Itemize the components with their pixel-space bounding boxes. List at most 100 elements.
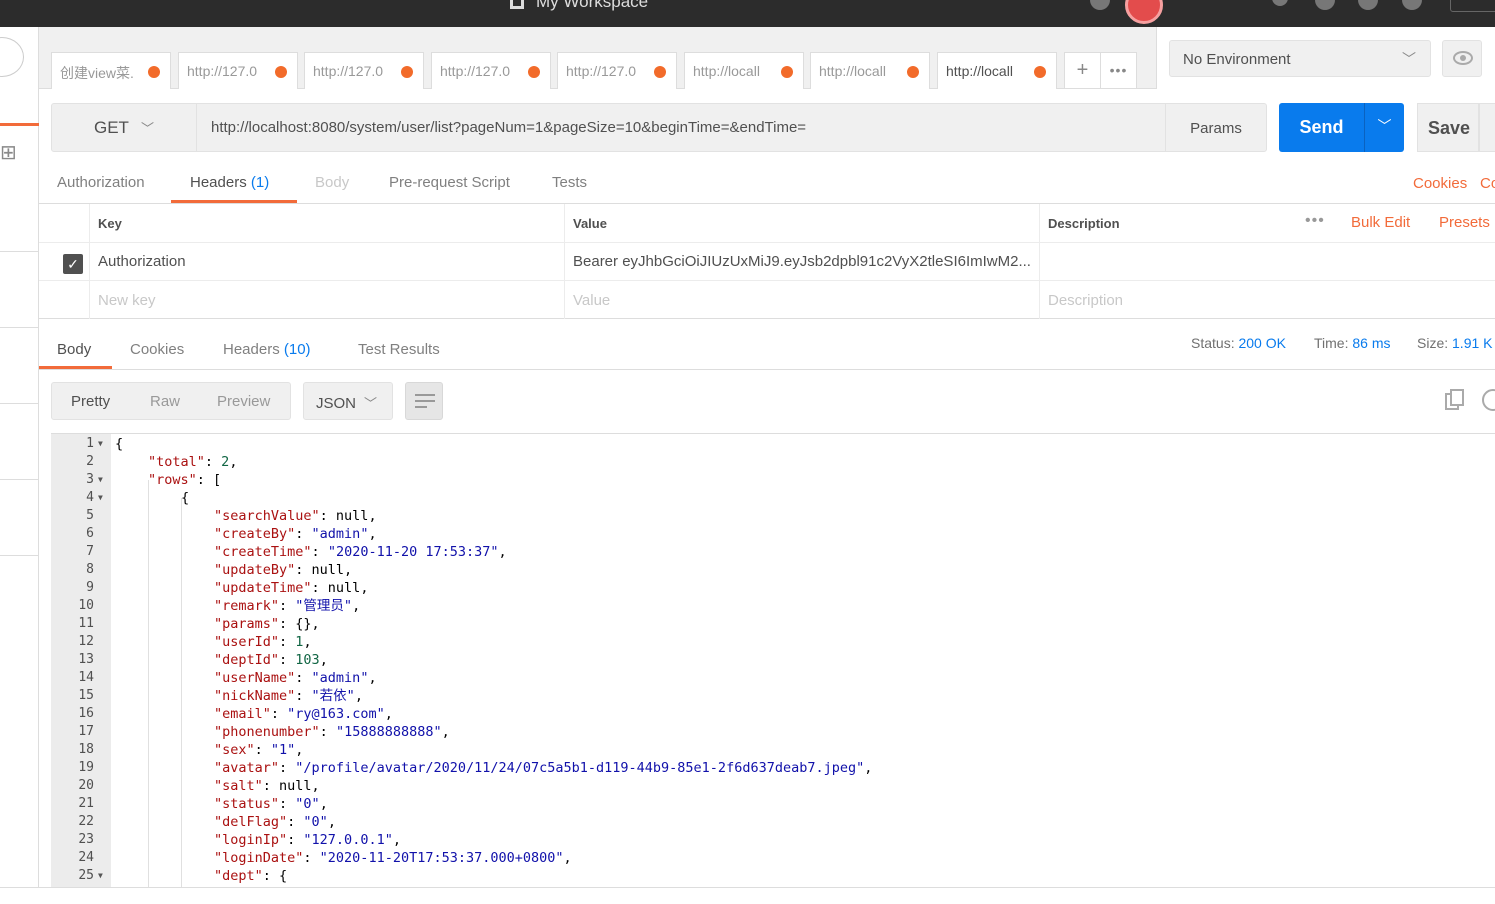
- code-text: "total": 2,: [148, 454, 238, 470]
- line-number: 16: [78, 706, 94, 721]
- code-line: 16 "email": "ry@163.com",: [51, 705, 1495, 723]
- code-text: "createBy": "admin",: [214, 526, 377, 542]
- presets-link[interactable]: Presets: [1439, 214, 1490, 231]
- sidebar-search[interactable]: [0, 37, 24, 77]
- fold-toggle-icon[interactable]: ▼: [98, 471, 103, 489]
- fold-toggle-icon[interactable]: ▼: [98, 867, 103, 885]
- tab-authorization[interactable]: Authorization: [57, 174, 145, 191]
- chevron-down-icon: ﹀: [364, 396, 378, 411]
- raw-button[interactable]: Raw: [150, 393, 180, 410]
- tab-tests[interactable]: Tests: [552, 174, 587, 191]
- code-line: 6 "createBy": "admin",: [51, 525, 1495, 543]
- pretty-button[interactable]: Pretty: [71, 393, 110, 410]
- code-text: "loginDate": "2020-11-20T17:53:37.000+08…: [214, 850, 572, 866]
- line-number: 15: [78, 688, 94, 703]
- request-tab[interactable]: http://127.0: [557, 52, 677, 89]
- line-number: 24: [78, 850, 94, 865]
- new-key-input[interactable]: New key: [89, 281, 565, 319]
- params-button[interactable]: Params: [1165, 103, 1267, 152]
- line-number: 9: [86, 580, 94, 595]
- unsaved-dot-icon: [401, 66, 413, 78]
- search-icon[interactable]: [1482, 389, 1495, 411]
- code-text: "updateBy": null,: [214, 562, 353, 578]
- line-number: 23: [78, 832, 94, 847]
- code-text: {: [115, 436, 124, 452]
- sync-icon[interactable]: [1090, 0, 1110, 10]
- request-tab[interactable]: http://127.0: [178, 52, 298, 89]
- settings-icon[interactable]: [1272, 0, 1288, 6]
- bulk-edit-link[interactable]: Bulk Edit: [1351, 214, 1410, 231]
- line-number: 5: [86, 508, 94, 523]
- code-text: "userId": 1,: [214, 634, 312, 650]
- table-row: ✓ Authorization Bearer eyJhbGciOiJIUzUxM…: [39, 243, 1495, 281]
- code-line: 7 "createTime": "2020-11-20 17:53:37",: [51, 543, 1495, 561]
- workspace-switcher[interactable]: My Workspace: [510, 0, 648, 12]
- line-number: 19: [78, 760, 94, 775]
- code-link[interactable]: Co: [1480, 175, 1495, 192]
- tab-options-button[interactable]: •••: [1100, 52, 1137, 89]
- active-tab-underline: [171, 200, 297, 203]
- copy-icon[interactable]: [1445, 389, 1465, 411]
- response-body-viewer[interactable]: 1 ▼ {2 "total": 2, 3 ▼ "rows": [4 ▼ {5 "searchVal…: [51, 433, 1495, 887]
- new-collection-icon[interactable]: ⊞: [0, 140, 17, 165]
- unsaved-dot-icon: [1034, 66, 1046, 78]
- tab-prerequest-script[interactable]: Pre-request Script: [389, 174, 510, 191]
- satellite-icon[interactable]: [1358, 0, 1378, 10]
- url-input[interactable]: http://localhost:8080/system/user/list?p…: [196, 103, 1166, 152]
- new-value-input[interactable]: Value: [564, 281, 1040, 319]
- chevron-down-icon: ﹀: [1402, 51, 1416, 67]
- request-bar: GET ﹀ http://localhost:8080/system/user/l…: [39, 89, 1495, 166]
- sign-in-button[interactable]: [1450, 0, 1495, 12]
- wrap-lines-button[interactable]: [405, 382, 443, 420]
- request-tab[interactable]: http://locall: [684, 52, 804, 89]
- save-options-button[interactable]: [1479, 103, 1495, 152]
- preview-button[interactable]: Preview: [217, 393, 270, 410]
- unsaved-dot-icon: [528, 66, 540, 78]
- code-line: 1 ▼ {: [51, 435, 1495, 453]
- code-text: "status": "0",: [214, 796, 328, 812]
- code-line: 4 ▼ {: [51, 489, 1495, 507]
- line-number: 1: [86, 436, 94, 451]
- notifications-icon[interactable]: [1315, 0, 1335, 10]
- request-tab[interactable]: http://127.0: [431, 52, 551, 89]
- column-value: Value: [564, 204, 1040, 242]
- send-options-button[interactable]: ﹀: [1364, 103, 1404, 152]
- code-line: 22 "delFlag": "0",: [51, 813, 1495, 831]
- send-button[interactable]: Send: [1279, 103, 1364, 152]
- tab-headers[interactable]: Headers (1): [190, 174, 269, 191]
- new-tab-button[interactable]: +: [1064, 52, 1101, 89]
- request-tab[interactable]: 创建view菜.: [51, 52, 171, 89]
- heart-icon[interactable]: [1402, 0, 1422, 10]
- code-line: 8 "updateBy": null,: [51, 561, 1495, 579]
- cookies-link[interactable]: Cookies: [1413, 175, 1467, 192]
- line-number: 3: [86, 472, 94, 487]
- code-text: "searchValue": null,: [214, 508, 377, 524]
- line-number: 18: [78, 742, 94, 757]
- request-tab[interactable]: http://127.0: [304, 52, 424, 89]
- code-line: 24 "loginDate": "2020-11-20T17:53:37.000+…: [51, 849, 1495, 867]
- method-select[interactable]: GET ﹀: [51, 103, 197, 152]
- more-options-icon[interactable]: •••: [1305, 212, 1325, 230]
- request-tab-active[interactable]: http://locall: [937, 52, 1057, 89]
- code-line: 20 "salt": null,: [51, 777, 1495, 795]
- fold-toggle-icon[interactable]: ▼: [98, 435, 103, 453]
- column-description: Description: [1039, 204, 1289, 242]
- header-key[interactable]: Authorization: [89, 243, 565, 280]
- tab-response-body[interactable]: Body: [57, 341, 91, 358]
- avatar[interactable]: [1125, 0, 1163, 24]
- environment-quick-look-button[interactable]: [1442, 40, 1482, 77]
- tab-test-results[interactable]: Test Results: [358, 341, 440, 358]
- code-text: "createTime": "2020-11-20 17:53:37",: [214, 544, 507, 560]
- tab-body[interactable]: Body: [315, 174, 349, 191]
- tab-response-headers[interactable]: Headers (10): [223, 341, 311, 358]
- format-select[interactable]: JSON ﹀: [303, 382, 393, 420]
- save-button[interactable]: Save: [1417, 103, 1479, 152]
- new-description-input[interactable]: Description: [1039, 281, 1495, 319]
- header-description[interactable]: [1039, 243, 1495, 280]
- tab-response-cookies[interactable]: Cookies: [130, 341, 184, 358]
- header-value[interactable]: Bearer eyJhbGciOiJIUzUxMiJ9.eyJsb2dpbl91…: [564, 243, 1040, 280]
- request-tab[interactable]: http://locall: [810, 52, 930, 89]
- header-enabled-checkbox[interactable]: ✓: [63, 254, 83, 274]
- fold-toggle-icon[interactable]: ▼: [98, 489, 103, 507]
- environment-select[interactable]: No Environment ﹀: [1169, 40, 1431, 77]
